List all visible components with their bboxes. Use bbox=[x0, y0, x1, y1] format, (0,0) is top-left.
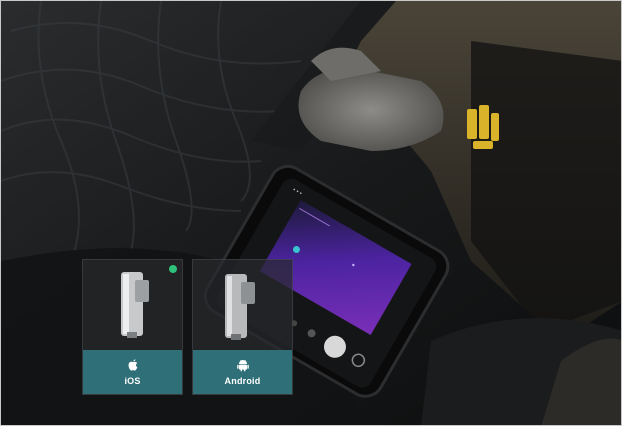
ios-option-card[interactable]: iOS bbox=[82, 259, 183, 395]
ios-label: iOS bbox=[124, 376, 141, 386]
android-label-bar: Android bbox=[193, 350, 292, 394]
ios-device-image bbox=[121, 272, 149, 338]
android-label: Android bbox=[224, 376, 261, 386]
android-option-card[interactable]: Android bbox=[192, 259, 293, 395]
android-icon bbox=[236, 360, 249, 372]
android-device-image bbox=[225, 274, 255, 340]
ios-label-bar: iOS bbox=[83, 350, 182, 394]
selected-indicator bbox=[169, 265, 177, 273]
photo-frame: • • • iOS Android bbox=[0, 0, 622, 426]
apple-icon bbox=[128, 359, 137, 371]
